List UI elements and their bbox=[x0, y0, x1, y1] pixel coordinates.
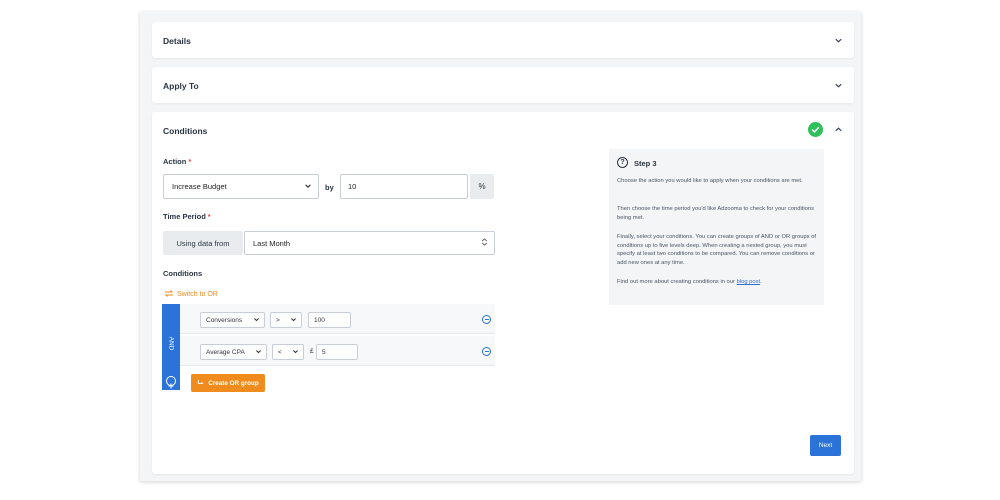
add-circle-icon[interactable] bbox=[166, 376, 176, 389]
condition-row: Conversions > 100 bbox=[180, 304, 495, 334]
amount-input[interactable]: 10 bbox=[340, 174, 468, 199]
switch-to-or-link[interactable]: Switch to OR bbox=[164, 289, 218, 300]
metric-value: Conversions bbox=[206, 316, 243, 324]
chevron-up-icon[interactable] bbox=[834, 125, 843, 134]
condition-row: Average CPA < £ 5 bbox=[180, 336, 495, 366]
question-icon: ? bbox=[617, 157, 628, 168]
and-group-bar: AND bbox=[162, 304, 180, 390]
chevron-down-icon bbox=[255, 348, 262, 357]
remove-condition-icon[interactable] bbox=[482, 347, 491, 356]
chevron-down-icon[interactable] bbox=[834, 36, 843, 45]
operator-value: > bbox=[276, 316, 280, 324]
conditions-builder-label: Conditions bbox=[163, 269, 203, 278]
time-period-select[interactable]: Last Month bbox=[244, 231, 495, 255]
blog-post-link[interactable]: blog post bbox=[737, 279, 761, 285]
rule-wizard: Details Apply To Conditions Action * Incr… bbox=[140, 12, 861, 481]
by-label: by bbox=[325, 183, 334, 192]
swap-arrows-icon bbox=[164, 289, 174, 300]
help-paragraph: Finally, select your conditions. You can… bbox=[617, 234, 817, 266]
apply-to-section[interactable]: Apply To bbox=[152, 67, 854, 103]
next-button[interactable]: Next bbox=[810, 435, 841, 456]
percent-addon: % bbox=[470, 174, 494, 199]
help-panel: ? Step 3 Choose the action you would lik… bbox=[609, 149, 824, 305]
conditions-title: Conditions bbox=[163, 126, 208, 136]
help-paragraph: Then choose the time period you'd like A… bbox=[617, 206, 815, 221]
create-or-group-button[interactable]: Create OR group bbox=[191, 374, 265, 392]
operator-select[interactable]: < bbox=[272, 344, 304, 360]
chevron-down-icon bbox=[290, 316, 297, 325]
and-operator-label: AND bbox=[167, 336, 175, 351]
chevron-down-icon bbox=[292, 348, 299, 357]
metric-value: Average CPA bbox=[206, 348, 245, 356]
details-title: Details bbox=[163, 36, 191, 46]
value-input[interactable]: 100 bbox=[308, 312, 351, 328]
value-input[interactable]: 5 bbox=[316, 344, 358, 360]
operator-select[interactable]: > bbox=[270, 312, 302, 328]
help-paragraph: Choose the action you would like to appl… bbox=[617, 178, 803, 184]
operator-value: < bbox=[278, 348, 282, 356]
help-title: Step 3 bbox=[634, 159, 657, 168]
help-footer: Find out more about creating conditions … bbox=[617, 279, 762, 285]
nested-arrow-icon bbox=[197, 379, 205, 388]
details-section[interactable]: Details bbox=[152, 22, 854, 58]
using-data-from-addon: Using data from bbox=[163, 231, 243, 255]
action-select[interactable]: Increase Budget bbox=[163, 174, 319, 199]
chevron-down-icon[interactable] bbox=[834, 81, 843, 90]
switch-to-or-label: Switch to OR bbox=[177, 291, 218, 298]
time-period-select-value: Last Month bbox=[253, 238, 291, 248]
metric-select[interactable]: Conversions bbox=[200, 312, 265, 328]
sort-arrows-icon bbox=[481, 238, 488, 249]
action-label: Action * bbox=[163, 157, 192, 166]
chevron-down-icon bbox=[304, 182, 312, 192]
create-or-group-label: Create OR group bbox=[208, 379, 259, 387]
check-icon bbox=[808, 122, 823, 137]
remove-condition-icon[interactable] bbox=[482, 315, 491, 324]
metric-select[interactable]: Average CPA bbox=[200, 344, 267, 360]
chevron-down-icon bbox=[253, 316, 260, 325]
conditions-section: Conditions Action * Increase Budget by 10… bbox=[152, 112, 854, 474]
currency-symbol: £ bbox=[310, 348, 314, 355]
time-period-label: Time Period * bbox=[163, 212, 211, 221]
apply-to-title: Apply To bbox=[163, 81, 199, 91]
action-select-value: Increase Budget bbox=[172, 182, 227, 191]
